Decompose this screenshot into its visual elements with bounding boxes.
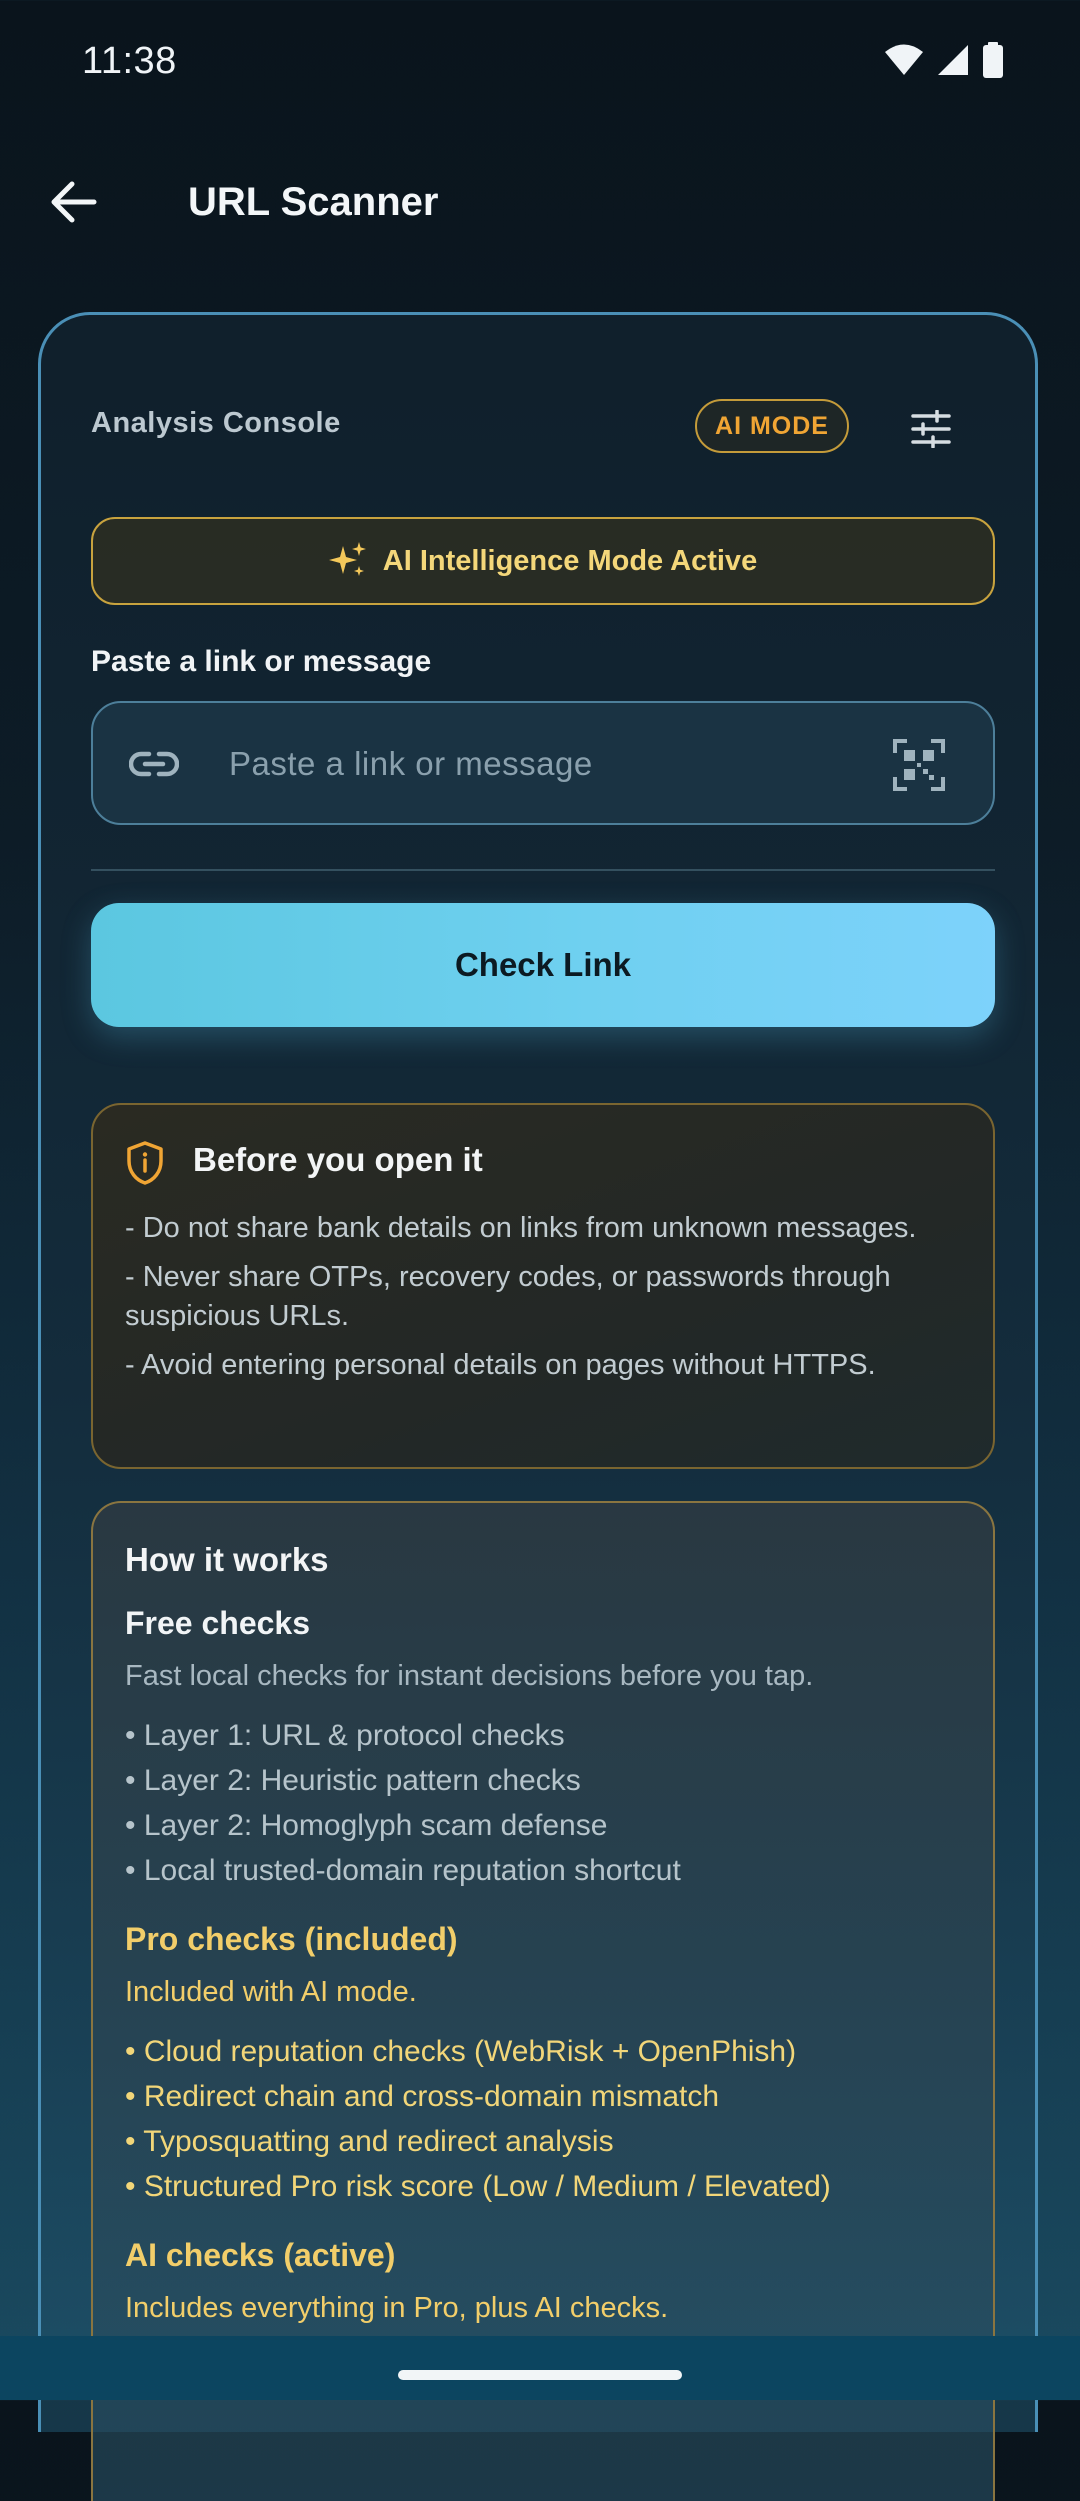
qr-scan-icon: [893, 739, 945, 791]
safety-tips-list: - Do not share bank details on links fro…: [125, 1209, 975, 1395]
battery-icon: [983, 42, 1003, 78]
wifi-icon: [885, 44, 923, 75]
sparkle-icon: [328, 542, 366, 576]
ai-mode-badge[interactable]: AI MODE: [695, 399, 849, 453]
pro-checks-list: • Cloud reputation checks (WebRisk + Ope…: [125, 2029, 975, 2209]
list-item: • Structured Pro risk score (Low / Mediu…: [125, 2170, 831, 2203]
link-input-field[interactable]: [91, 701, 995, 825]
list-item: • Layer 2: Homoglyph scam defense: [125, 1809, 608, 1842]
how-it-works-title: How it works: [125, 1541, 329, 1578]
list-item: • Typosquatting and redirect analysis: [125, 2125, 614, 2158]
ai-banner-text: AI Intelligence Mode Active: [382, 544, 758, 577]
back-button[interactable]: [40, 168, 108, 236]
link-input[interactable]: [227, 723, 881, 805]
ai-mode-banner: AI Intelligence Mode Active: [91, 517, 995, 605]
free-checks-list: • Layer 1: URL & protocol checks • Layer…: [125, 1713, 975, 1893]
list-item: • Local trusted-domain reputation shortc…: [125, 1854, 681, 1887]
analysis-console-card: Analysis Console AI MODE AI Intelligence…: [38, 312, 1038, 2501]
list-item: - Never share OTPs, recovery codes, or p…: [125, 1261, 891, 1332]
list-item: • Redirect chain and cross-domain mismat…: [125, 2080, 720, 2113]
cell-signal-icon: [938, 45, 968, 75]
ai-checks-title: AI checks (active): [125, 2237, 396, 2273]
tune-sliders-icon: [911, 410, 951, 448]
list-item: - Avoid entering personal details on pag…: [125, 1349, 876, 1381]
divider: [91, 869, 995, 871]
system-nav-bar: [0, 2336, 1080, 2400]
list-item: - Do not share bank details on links fro…: [125, 1212, 917, 1244]
status-bar: 11:38: [0, 0, 1080, 120]
shield-info-icon: [127, 1141, 163, 1185]
check-link-button[interactable]: Check Link: [91, 903, 995, 1027]
console-label: Analysis Console: [91, 407, 341, 439]
status-icons: [884, 42, 1004, 78]
ai-checks-desc: Includes everything in Pro, plus AI chec…: [125, 2292, 669, 2324]
free-checks-desc: Fast local checks for instant decisions …: [125, 1660, 814, 1692]
free-checks-title: Free checks: [125, 1605, 311, 1641]
list-item: • Layer 1: URL & protocol checks: [125, 1719, 565, 1752]
list-item: • Cloud reputation checks (WebRisk + Ope…: [125, 2035, 797, 2068]
input-label: Paste a link or message: [91, 645, 432, 678]
safety-tips-card: Before you open it - Do not share bank d…: [91, 1103, 995, 1469]
pro-checks-title: Pro checks (included): [125, 1921, 458, 1957]
settings-button[interactable]: [903, 401, 959, 457]
arrow-left-icon: [51, 181, 97, 223]
app-bar: URL Scanner: [0, 140, 1080, 260]
pro-checks-desc: Included with AI mode.: [125, 1976, 417, 2008]
page-title: URL Scanner: [188, 180, 439, 224]
qr-scan-button[interactable]: [893, 739, 945, 791]
home-gesture-handle[interactable]: [398, 2370, 682, 2380]
list-item: • Layer 2: Heuristic pattern checks: [125, 1764, 581, 1797]
safety-tips-title: Before you open it: [193, 1141, 483, 1178]
status-time: 11:38: [82, 40, 177, 82]
link-icon: [129, 751, 179, 777]
